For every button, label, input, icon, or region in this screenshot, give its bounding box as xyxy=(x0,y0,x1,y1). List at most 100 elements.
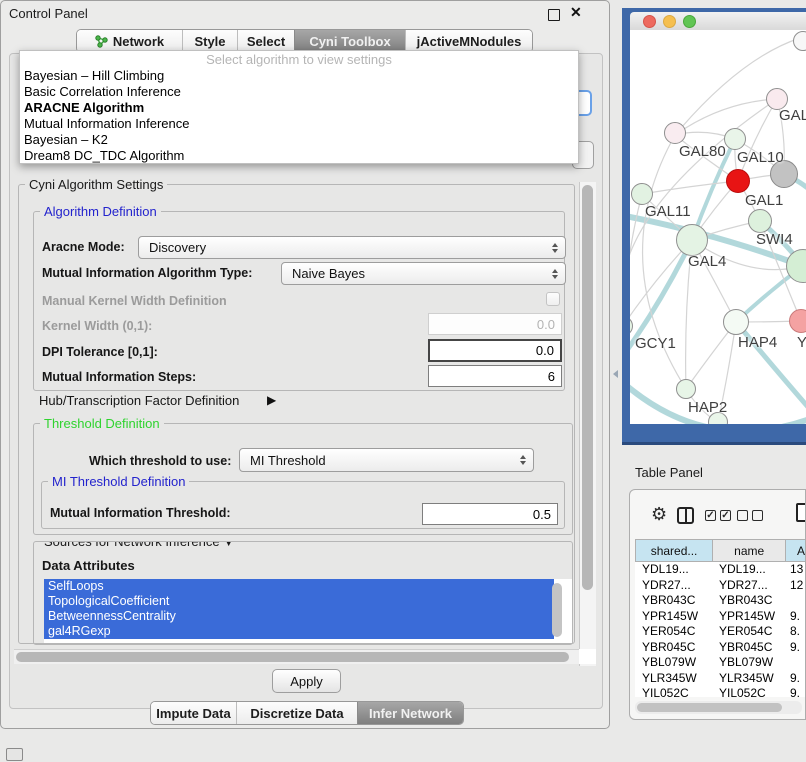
aracne-mode-label: Aracne Mode: xyxy=(42,240,125,254)
node-gal1[interactable] xyxy=(748,209,772,233)
node-gal80[interactable] xyxy=(664,122,686,144)
control-panel-title: Control Panel xyxy=(9,6,88,21)
tab-select[interactable]: Select xyxy=(237,30,294,52)
algorithm-dropdown-popup: Select algorithm to view settings Bayesi… xyxy=(19,50,579,164)
algorithm-placeholder: Select algorithm to view settings xyxy=(20,51,578,68)
list-scrollbar-thumb[interactable] xyxy=(552,583,562,637)
spinner-arrows-icon xyxy=(552,243,558,253)
node-gal4[interactable] xyxy=(676,224,708,256)
tab-infer-network[interactable]: Infer Network xyxy=(357,702,463,724)
list-item[interactable]: SelfLoops xyxy=(44,579,554,594)
which-threshold-select[interactable]: MI Threshold xyxy=(239,448,534,472)
mi-steps-field[interactable]: 6 xyxy=(428,365,562,387)
mutual-information-threshold-field[interactable]: 0.5 xyxy=(422,503,558,525)
table-row[interactable]: YBL079WYBL079W xyxy=(635,655,806,671)
minimize-window-icon[interactable] xyxy=(663,15,676,28)
table-row[interactable]: YER054CYER054C8. xyxy=(635,624,806,640)
table-scrollbar-thumb[interactable] xyxy=(637,703,782,712)
table-header: shared... name A xyxy=(635,539,806,562)
node-gal11[interactable] xyxy=(631,183,653,205)
table-body: YDL19...YDL19...13 YDR27...YDR27...12 YB… xyxy=(635,562,806,697)
tab-cyni-toolbox[interactable]: Cyni Toolbox xyxy=(294,30,405,52)
table-row[interactable]: YPR145WYPR145W9. xyxy=(635,609,806,625)
node-unlabeled-top[interactable] xyxy=(793,31,806,51)
node-label: GCY1 xyxy=(635,335,676,352)
tab-style[interactable]: Style xyxy=(182,30,237,52)
mi-threshold-definition-group: MI Threshold Definition Mutual Informati… xyxy=(41,481,565,529)
data-attributes-label: Data Attributes xyxy=(42,558,135,573)
settings-vertical-scrollbar[interactable] xyxy=(579,182,596,666)
node-label: SWI4 xyxy=(756,231,793,248)
zoom-window-icon[interactable] xyxy=(683,15,696,28)
table-horizontal-scrollbar[interactable] xyxy=(635,701,802,714)
tab-jactivemnodules[interactable]: jActiveMNodules xyxy=(405,30,532,52)
node-salmon[interactable] xyxy=(789,309,806,333)
kernel-width-label: Kernel Width (0,1): xyxy=(42,319,152,333)
float-panel-icon[interactable] xyxy=(548,9,560,21)
horizontal-scrollbar-thumb[interactable] xyxy=(16,652,569,662)
table-row[interactable]: YLR345WYLR345W9. xyxy=(635,671,806,687)
table-row[interactable]: YDR27...YDR27...12 xyxy=(635,578,806,594)
node-hap4[interactable] xyxy=(723,309,749,335)
gear-icon[interactable]: ⚙ xyxy=(651,505,667,523)
sources-legend[interactable]: Sources for Network Inference ▼ xyxy=(40,541,238,549)
list-item[interactable]: gal4RGexp xyxy=(44,624,554,639)
node-label: GAL10 xyxy=(737,149,784,166)
node-hap2[interactable] xyxy=(676,379,696,399)
table-row[interactable]: YIL052CYIL052C9. xyxy=(635,686,806,697)
table-row[interactable]: YDL19...YDL19...13 xyxy=(635,562,806,578)
mi-algorithm-type-select[interactable]: Naive Bayes xyxy=(281,262,566,285)
hub-definition-label[interactable]: Hub/Transcription Factor Definition xyxy=(39,393,239,408)
tab-discretize-data[interactable]: Discretize Data xyxy=(236,702,357,724)
expand-arrow-icon[interactable]: ▶ xyxy=(267,393,276,407)
aracne-mode-select[interactable]: Discovery xyxy=(138,236,566,259)
manual-kernel-width-checkbox[interactable] xyxy=(546,292,560,306)
export-table-icon[interactable] xyxy=(796,503,806,522)
algorithm-option[interactable]: Bayesian – Hill Climbing xyxy=(20,68,578,84)
scrollbar-corner xyxy=(579,649,596,664)
cyni-algorithm-settings-legend: Cyni Algorithm Settings xyxy=(25,177,167,192)
tab-network[interactable]: Network xyxy=(77,30,182,52)
table-panel: ⚙ ✓ ✓ shared... name A YDL19...YDL19...1… xyxy=(629,489,806,720)
tab-impute-data[interactable]: Impute Data xyxy=(151,702,236,724)
network-window-titlebar[interactable] xyxy=(630,12,806,30)
node-gal10[interactable] xyxy=(724,128,746,150)
panel-collapse-arrow-icon[interactable] xyxy=(613,370,618,378)
algorithm-option[interactable]: Dream8 DC_TDC Algorithm xyxy=(20,148,578,164)
dpi-tolerance-field[interactable]: 0.0 xyxy=(428,339,562,362)
vertical-scrollbar-thumb[interactable] xyxy=(582,185,593,590)
collapsed-panel-icon[interactable] xyxy=(6,748,23,761)
column-header-name[interactable]: name xyxy=(713,540,786,561)
tab-network-label: Network xyxy=(113,34,164,49)
network-canvas[interactable]: GAL7 GAL80 GAL10 GAL1 GAL11 SWI4 GAL4 GC… xyxy=(630,30,806,424)
algorithm-option[interactable]: Basic Correlation Inference xyxy=(20,84,578,100)
table-row[interactable]: YBR045CYBR045C9. xyxy=(635,640,806,656)
list-item[interactable]: BetweennessCentrality xyxy=(44,609,554,624)
close-window-icon[interactable] xyxy=(643,15,656,28)
node-gal1-selected[interactable] xyxy=(726,169,750,193)
apply-button[interactable]: Apply xyxy=(272,669,341,693)
data-attributes-list[interactable]: SelfLoops TopologicalCoefficient Between… xyxy=(44,579,573,643)
deselect-all-icon[interactable] xyxy=(737,510,763,521)
algorithm-option-highlighted[interactable]: ARACNE Algorithm xyxy=(20,100,578,116)
algorithm-option[interactable]: Bayesian – K2 xyxy=(20,132,578,148)
split-columns-icon[interactable] xyxy=(677,507,694,524)
column-header-shared-name[interactable]: shared... xyxy=(636,540,713,561)
mi-steps-label: Mutual Information Steps: xyxy=(42,370,196,384)
mi-threshold-definition-legend: MI Threshold Definition xyxy=(48,474,189,489)
table-row[interactable]: YBR043CYBR043C xyxy=(635,593,806,609)
cyni-bottom-tabbar: Impute Data Discretize Data Infer Networ… xyxy=(150,701,464,725)
select-all-icon[interactable]: ✓ ✓ xyxy=(705,510,731,521)
column-header-partial[interactable]: A xyxy=(786,540,806,561)
node-label: GAL1 xyxy=(745,192,783,209)
spinner-arrows-icon xyxy=(552,269,558,279)
algorithm-option[interactable]: Mutual Information Inference xyxy=(20,116,578,132)
kernel-width-field[interactable]: 0.0 xyxy=(428,313,562,335)
list-item[interactable]: TopologicalCoefficient xyxy=(44,594,554,609)
node-label: Y xyxy=(797,334,806,351)
close-icon[interactable]: ✕ xyxy=(570,4,582,21)
settings-horizontal-scrollbar[interactable] xyxy=(14,649,579,664)
node-label: GAL80 xyxy=(679,143,726,160)
dpi-tolerance-label: DPI Tolerance [0,1]: xyxy=(42,345,158,359)
mi-algorithm-type-label: Mutual Information Algorithm Type: xyxy=(42,266,252,280)
